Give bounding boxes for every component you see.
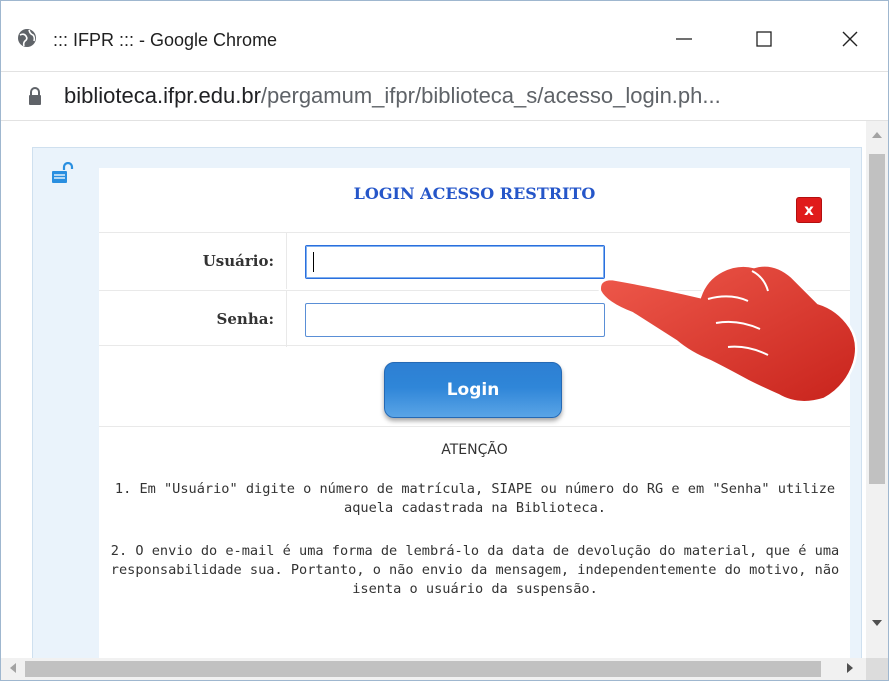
notice-heading: ATENÇÃO [441, 442, 508, 458]
minimize-button[interactable] [661, 19, 707, 59]
vertical-scrollbar[interactable] [866, 121, 888, 658]
url-text[interactable]: biblioteca.ifpr.edu.br/pergamum_ifpr/bib… [64, 83, 721, 109]
pointing-hand-icon [598, 264, 858, 404]
minimize-icon [676, 38, 692, 40]
login-panel: LOGIN ACESSO RESTRITO x Usuário: Senha: … [99, 168, 850, 658]
unlock-icon [52, 162, 74, 183]
user-input[interactable] [305, 245, 605, 279]
url-host: biblioteca.ifpr.edu.br [64, 83, 261, 108]
notice-item-1: 1. Em "Usuário" digite o número de matrí… [114, 481, 836, 516]
maximize-icon [756, 31, 772, 47]
scroll-left-icon[interactable] [9, 663, 17, 673]
password-label: Senha: [99, 291, 287, 347]
vertical-scroll-thumb[interactable] [869, 154, 885, 484]
page-viewport: LOGIN ACESSO RESTRITO x Usuário: Senha: … [1, 121, 866, 658]
login-button[interactable]: Login [384, 362, 562, 418]
notice-section: ATENÇÃO 1. Em "Usuário" digite o número … [99, 426, 850, 597]
scrollbar-corner [866, 658, 888, 680]
close-window-button[interactable] [827, 19, 873, 59]
notice-item-2: 2. O envio do e-mail é uma forma de lemb… [110, 543, 840, 597]
login-title: LOGIN ACESSO RESTRITO [353, 184, 596, 203]
address-bar[interactable]: biblioteca.ifpr.edu.br/pergamum_ifpr/bib… [1, 71, 888, 121]
globe-icon [18, 29, 36, 47]
lock-icon [29, 87, 41, 105]
scroll-right-icon[interactable] [846, 663, 854, 673]
user-label: Usuário: [99, 233, 287, 289]
close-dialog-button[interactable]: x [796, 197, 822, 223]
browser-window: ::: IFPR ::: - Google Chrome biblioteca.… [0, 0, 889, 681]
scroll-down-icon[interactable] [872, 619, 882, 627]
horizontal-scrollbar[interactable] [1, 658, 866, 680]
horizontal-scroll-thumb[interactable] [25, 661, 821, 677]
maximize-button[interactable] [741, 19, 787, 59]
window-title: ::: IFPR ::: - Google Chrome [53, 30, 278, 50]
close-icon [842, 31, 858, 47]
title-bar: ::: IFPR ::: - Google Chrome [1, 1, 888, 71]
password-input[interactable] [305, 303, 605, 337]
url-path: /pergamum_ifpr/biblioteca_s/acesso_login… [260, 83, 721, 108]
text-caret [313, 252, 314, 272]
scroll-up-icon[interactable] [872, 131, 882, 139]
